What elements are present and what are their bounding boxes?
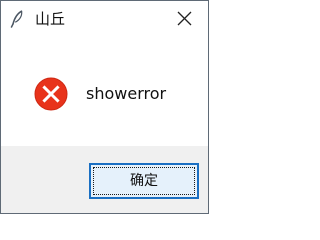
message-dialog: 山丘 showerror 确定 [0, 0, 209, 214]
error-message: showerror [86, 84, 167, 103]
close-button[interactable] [162, 1, 208, 36]
ok-button-label: 确定 [130, 173, 158, 189]
title-bar: 山丘 [1, 1, 208, 36]
dialog-content: showerror [1, 36, 208, 146]
button-bar: 确定 [1, 146, 208, 213]
close-icon [177, 11, 192, 26]
window-title: 山丘 [35, 10, 66, 28]
feather-icon [10, 10, 23, 28]
ok-button[interactable]: 确定 [89, 163, 199, 199]
error-icon [34, 77, 68, 111]
